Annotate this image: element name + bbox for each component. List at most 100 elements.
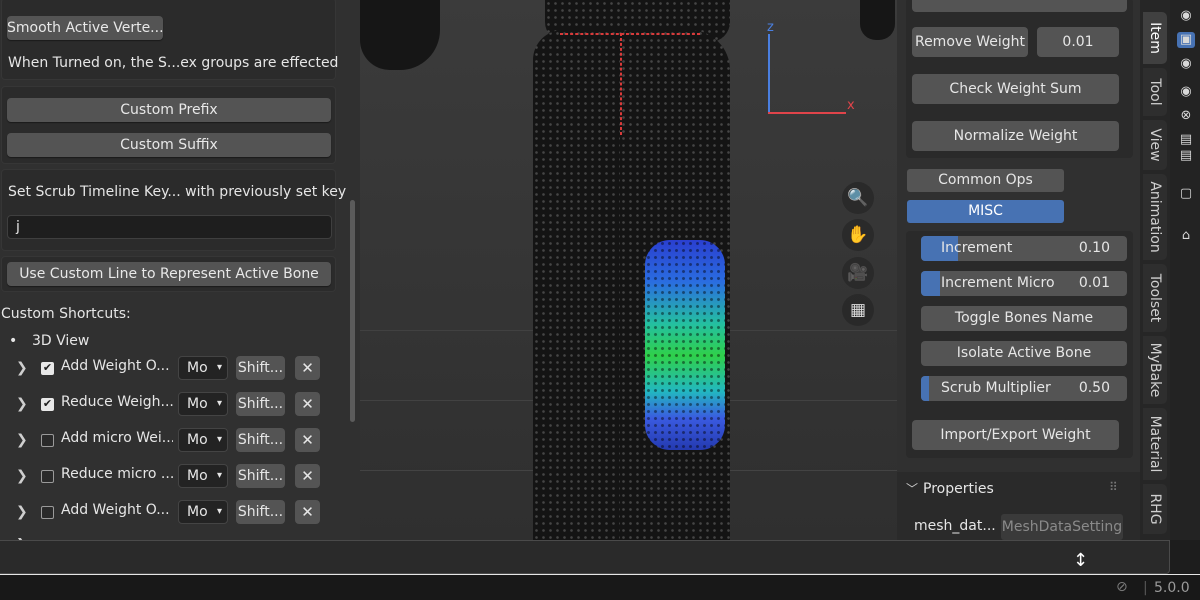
- remove-weight-value[interactable]: 0.01: [1037, 27, 1119, 57]
- mesh-data-field[interactable]: MeshDataSetting: [1001, 514, 1123, 540]
- shortcut-mode-select[interactable]: Mo ▾: [178, 464, 228, 488]
- tab-item[interactable]: Item: [1143, 12, 1167, 64]
- shortcut-mode-select[interactable]: Mo ▾: [178, 428, 228, 452]
- scene-icon[interactable]: ▣: [1177, 32, 1195, 48]
- scrub-key-label: Set Scrub Timeline Key... with previousl…: [8, 184, 347, 200]
- increment-label: Increment: [941, 240, 1013, 256]
- shortcut-mode-select[interactable]: Mo ▾: [178, 500, 228, 524]
- close-icon[interactable]: ✕: [295, 464, 320, 488]
- status-divider: |: [1143, 580, 1148, 596]
- shortcut-mode-select[interactable]: Mo ▾: [178, 392, 228, 416]
- shortcut-checkbox[interactable]: [41, 434, 54, 447]
- shortcut-key-button[interactable]: Shift...: [236, 500, 285, 524]
- zoom-icon[interactable]: 🔍: [842, 182, 874, 214]
- tab-common-ops[interactable]: Common Ops: [907, 169, 1064, 192]
- shortcut-key-button[interactable]: Shift...: [236, 392, 285, 416]
- close-icon[interactable]: ✕: [295, 392, 320, 416]
- shortcut-checkbox[interactable]: [41, 506, 54, 519]
- shortcut-key-button[interactable]: Shift...: [236, 356, 285, 380]
- scrub-multiplier-fill: [921, 376, 930, 401]
- tab-animation[interactable]: Animation: [1143, 174, 1167, 260]
- isolate-active-bone-button[interactable]: Isolate Active Bone: [921, 341, 1127, 366]
- toggle-bones-name-button[interactable]: Toggle Bones Name: [921, 306, 1127, 331]
- custom-prefix-button[interactable]: Custom Prefix: [7, 98, 331, 122]
- weight-tools-box: Remove Weight 0.01 Check Weight Sum Norm…: [906, 0, 1133, 158]
- check-weight-sum-button[interactable]: Check Weight Sum: [912, 74, 1119, 104]
- shortcut-mode-value: Mo: [187, 360, 208, 376]
- chevron-right-icon[interactable]: ❯: [16, 504, 28, 520]
- scrub-multiplier-slider[interactable]: Scrub Multiplier 0.50: [921, 376, 1127, 401]
- scrub-key-section: Set Scrub Timeline Key... with previousl…: [1, 169, 346, 251]
- close-icon[interactable]: ✕: [295, 500, 320, 524]
- tab-mybake[interactable]: MyBake: [1143, 336, 1167, 404]
- tab-material[interactable]: Material: [1143, 408, 1167, 480]
- network-off-icon: ⊘: [1116, 579, 1128, 595]
- drag-handle-icon[interactable]: ⠿: [1109, 480, 1118, 494]
- close-icon[interactable]: ⊗: [1177, 108, 1195, 124]
- left-panel-scrollbar[interactable]: [350, 200, 355, 422]
- shortcut-key-button[interactable]: Shift...: [236, 464, 285, 488]
- shortcut-checkbox[interactable]: ✔: [41, 398, 54, 411]
- z-axis-label: z: [767, 20, 774, 35]
- smooth-description: When Turned on, the S...ex groups are ef…: [8, 55, 339, 71]
- import-export-box: Import/Export Weight: [906, 412, 1133, 458]
- 3d-view-label: 3D View: [32, 333, 90, 349]
- x-axis: [768, 112, 846, 114]
- shortcut-name: Reduce micro ...: [61, 466, 173, 482]
- object-icon[interactable]: ▢: [1177, 186, 1195, 202]
- tab-view[interactable]: View: [1143, 120, 1167, 170]
- sidebar-tabs: Item Tool View Animation Toolset MyBake …: [1140, 0, 1170, 540]
- shortcut-row: ❯ ✔ Add Weight O... Mo ▾ Shift... ✕: [0, 355, 340, 385]
- shortcut-checkbox[interactable]: [41, 470, 54, 483]
- close-icon[interactable]: ✕: [295, 356, 320, 380]
- properties-header[interactable]: Properties: [923, 481, 994, 497]
- import-export-weight-button[interactable]: Import/Export Weight: [912, 420, 1119, 450]
- increment-micro-fill: [921, 271, 940, 296]
- scrub-key-input[interactable]: j: [7, 215, 332, 239]
- increment-micro-slider[interactable]: Increment Micro 0.01: [921, 271, 1127, 296]
- shortcut-mode-value: Mo: [187, 396, 208, 412]
- shortcut-key-button[interactable]: Shift...: [236, 428, 285, 452]
- mesh-data-label: mesh_dat...: [914, 518, 996, 534]
- chevron-down-icon: ▾: [216, 434, 222, 445]
- list-icon[interactable]: ▤: [1177, 132, 1195, 148]
- pan-hand-icon[interactable]: ✋: [842, 219, 874, 251]
- modifier-icon[interactable]: ⌂: [1177, 228, 1195, 244]
- weight-op-button-top[interactable]: [912, 0, 1127, 12]
- chevron-down-icon: ▾: [216, 470, 222, 481]
- camera-icon[interactable]: 🎥: [842, 257, 874, 289]
- camera-icon[interactable]: ◉: [1177, 8, 1195, 24]
- grid-view-icon[interactable]: ▦: [842, 294, 874, 326]
- shortcuts-title: Custom Shortcuts:: [1, 306, 131, 322]
- tab-toolset[interactable]: Toolset: [1143, 264, 1167, 332]
- status-bar: ⊘ | 5.0.0: [0, 574, 1200, 600]
- normalize-weight-button[interactable]: Normalize Weight: [912, 121, 1119, 151]
- timeline-area[interactable]: [0, 540, 1170, 574]
- custom-suffix-button[interactable]: Custom Suffix: [7, 133, 331, 157]
- camera-icon[interactable]: ◉: [1177, 84, 1195, 100]
- version-label: 5.0.0: [1154, 580, 1190, 596]
- chevron-right-icon[interactable]: ❯: [16, 432, 28, 448]
- list-icon[interactable]: ▤: [1177, 148, 1195, 164]
- custom-line-button[interactable]: Use Custom Line to Represent Active Bone: [7, 262, 331, 286]
- shortcut-checkbox[interactable]: ✔: [41, 362, 54, 375]
- x-axis-label: x: [847, 98, 855, 113]
- tab-tool[interactable]: Tool: [1143, 68, 1167, 116]
- increment-micro-label: Increment Micro: [941, 275, 1055, 291]
- tab-rhg[interactable]: RHG: [1143, 484, 1167, 534]
- chevron-right-icon[interactable]: ❯: [16, 468, 28, 484]
- z-axis: [768, 34, 770, 114]
- remove-weight-button[interactable]: Remove Weight: [912, 27, 1028, 57]
- tab-misc[interactable]: MISC: [907, 200, 1064, 223]
- chevron-right-icon[interactable]: ❯: [16, 396, 28, 412]
- chevron-right-icon[interactable]: ❯: [16, 360, 28, 376]
- chevron-down-icon: ▾: [216, 398, 222, 409]
- camera-icon[interactable]: ◉: [1177, 56, 1195, 72]
- increment-value: 0.10: [1078, 240, 1110, 256]
- close-icon[interactable]: ✕: [295, 428, 320, 452]
- properties-panel: ﹀ Properties ⠿ mesh_dat... MeshDataSetti…: [897, 472, 1140, 540]
- increment-slider[interactable]: Increment 0.10: [921, 236, 1127, 261]
- chevron-down-icon[interactable]: ﹀: [906, 480, 918, 497]
- shortcut-mode-select[interactable]: Mo ▾: [178, 356, 228, 380]
- smooth-active-vertex-button[interactable]: Smooth Active Verte...: [7, 16, 163, 40]
